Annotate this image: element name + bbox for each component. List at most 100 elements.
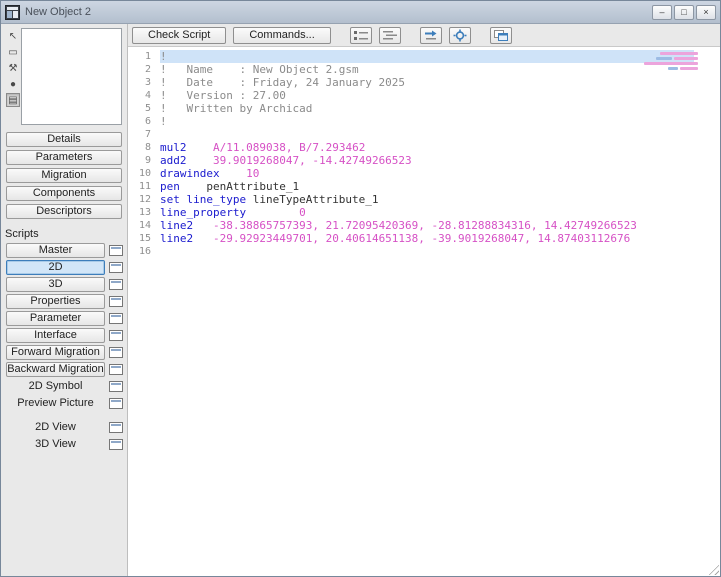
code-text: ! Written by Archicad	[160, 102, 313, 115]
sidebar-button-components[interactable]: Components	[6, 186, 122, 201]
open-in-window-button[interactable]	[109, 439, 123, 450]
script-tab-parameter[interactable]: Parameter	[6, 311, 105, 326]
open-in-window-button[interactable]	[109, 422, 123, 433]
code-line[interactable]: 9 add2 39.9019268047, -14.42749266523	[128, 154, 694, 167]
script-row: Interface	[6, 328, 123, 343]
code-line[interactable]: 12 set line_type lineTypeAttribute_1	[128, 193, 694, 206]
code-line[interactable]: 8 mul2 A/11.089038, B/7.293462	[128, 141, 694, 154]
sidebar: ↖ ▭ ⚒ ● ▤ Details Parameters Migration Componen…	[1, 24, 128, 576]
script-row: Preview Picture	[6, 396, 123, 411]
line-number: 3	[144, 77, 151, 88]
code-line[interactable]: 4 ! Version : 27.00	[128, 89, 694, 102]
code-line[interactable]: 14 line2 -38.38865757393, 21.72095420369,…	[128, 219, 694, 232]
close-button[interactable]: ×	[696, 4, 716, 20]
indent-list-icon[interactable]	[378, 26, 401, 44]
open-in-window-button[interactable]	[109, 279, 123, 290]
line-number: 10	[138, 168, 151, 179]
open-in-window-button[interactable]	[109, 296, 123, 307]
line-number: 8	[144, 142, 151, 153]
script-row: Parameter	[6, 311, 123, 326]
open-in-window-button[interactable]	[109, 245, 123, 256]
line-number: 9	[144, 155, 151, 166]
script-tab-backward-migration[interactable]: Backward Migration	[6, 362, 105, 377]
line-number: 4	[144, 90, 151, 101]
film-icon[interactable]: ▤	[6, 93, 20, 107]
sidebar-button-parameters[interactable]: Parameters	[6, 150, 122, 165]
script-tab-2d[interactable]: 2D	[6, 260, 105, 275]
code-line[interactable]: 5 ! Written by Archicad	[128, 102, 694, 115]
numbered-list-icon[interactable]	[349, 26, 372, 44]
code-text: !	[160, 50, 694, 63]
script-row: Master	[6, 243, 123, 258]
minimize-button[interactable]: –	[652, 4, 672, 20]
line-number: 1	[144, 51, 151, 62]
script-row: Forward Migration	[6, 345, 123, 360]
script-row: 2D Symbol	[6, 379, 123, 394]
line-number: 15	[138, 233, 151, 244]
script-tab-properties[interactable]: Properties	[6, 294, 105, 309]
gdl-object-editor-window: New Object 2 – □ × ↖ ▭ ⚒ ● ▤ Details Paramete…	[0, 0, 721, 577]
code-line[interactable]: 13 line_property 0	[128, 206, 694, 219]
open-in-window-button[interactable]	[109, 398, 123, 409]
settings-icon[interactable]	[448, 26, 471, 44]
rectangle-icon[interactable]: ▭	[6, 45, 20, 59]
code-text: !	[160, 115, 167, 128]
code-text: drawindex 10	[160, 167, 260, 180]
script-tab-3d[interactable]: 3D	[6, 277, 105, 292]
code-line[interactable]: 16	[128, 245, 694, 258]
script-tab-forward-migration[interactable]: Forward Migration	[6, 345, 105, 360]
code-line[interactable]: 6!	[128, 115, 694, 128]
code-minimap	[624, 52, 698, 70]
script-tab-master[interactable]: Master	[6, 243, 105, 258]
code-line[interactable]: 15 line2 -29.92923449701, 20.40614651138,…	[128, 232, 694, 245]
preview-area	[21, 28, 122, 125]
check-script-button[interactable]: Check Script	[132, 26, 227, 44]
script-tab-preview-picture[interactable]: Preview Picture	[6, 396, 105, 411]
titlebar[interactable]: New Object 2 – □ ×	[1, 1, 720, 24]
code-lines: 1! 2! Name : New Object 2.gsm 3! Date : Fr…	[128, 50, 694, 258]
code-line[interactable]: 10 drawindex 10	[128, 167, 694, 180]
code-line[interactable]: 11 pen penAttribute_1	[128, 180, 694, 193]
commands-button[interactable]: Commands...	[233, 26, 331, 44]
line-number: 14	[138, 220, 151, 231]
sidebar-button-descriptors[interactable]: Descriptors	[6, 204, 122, 219]
code-editor[interactable]: 1! 2! Name : New Object 2.gsm 3! Date : Fr…	[128, 46, 720, 576]
open-in-window-button[interactable]	[109, 364, 123, 375]
script-tab-interface[interactable]: Interface	[6, 328, 105, 343]
code-text: line2 -29.92923449701, 20.40614651138, -…	[160, 232, 631, 245]
tool-strip: ↖ ▭ ⚒ ● ▤	[5, 28, 21, 125]
code-text: ! Name : New Object 2.gsm	[160, 63, 359, 76]
panel-button-list: Details Parameters Migration Components Desc…	[1, 130, 127, 219]
code-line[interactable]: 7	[128, 128, 694, 141]
open-in-window-button[interactable]	[109, 347, 123, 358]
maximize-button[interactable]: □	[674, 4, 694, 20]
open-in-window-button[interactable]	[109, 313, 123, 324]
open-in-window-button[interactable]	[109, 330, 123, 341]
pointer-icon[interactable]: ↖	[6, 29, 20, 43]
sidebar-button-migration[interactable]: Migration	[6, 168, 122, 183]
swap-values-icon[interactable]	[419, 26, 442, 44]
code-text: ! Date : Friday, 24 January 2025	[160, 76, 406, 89]
app-icon	[5, 4, 20, 20]
sphere-icon[interactable]: ●	[6, 77, 20, 91]
open-in-window-button[interactable]	[109, 262, 123, 273]
editor-windows-icon[interactable]	[489, 26, 512, 44]
code-line[interactable]: 1!	[128, 50, 694, 63]
script-list: Master 2D 3D Properties Parameter Interface Fo…	[1, 243, 127, 411]
script-tab-2d-symbol[interactable]: 2D Symbol	[6, 379, 105, 394]
line-number: 7	[144, 129, 151, 140]
view-tab-3d-view[interactable]: 3D View	[6, 437, 105, 452]
editor-toolbar: Check Script Commands...	[128, 24, 720, 46]
script-row: Properties	[6, 294, 123, 309]
code-line[interactable]: 3 ! Date : Friday, 24 January 2025	[128, 76, 694, 89]
view-tab-2d-view[interactable]: 2D View	[6, 420, 105, 435]
sidebar-button-details[interactable]: Details	[6, 132, 122, 147]
view-row: 2D View	[6, 420, 123, 435]
open-in-window-button[interactable]	[109, 381, 123, 392]
line-number: 11	[138, 181, 151, 192]
hammer-icon[interactable]: ⚒	[6, 61, 20, 75]
code-line[interactable]: 2 ! Name : New Object 2.gsm	[128, 63, 694, 76]
line-number: 16	[138, 246, 151, 257]
